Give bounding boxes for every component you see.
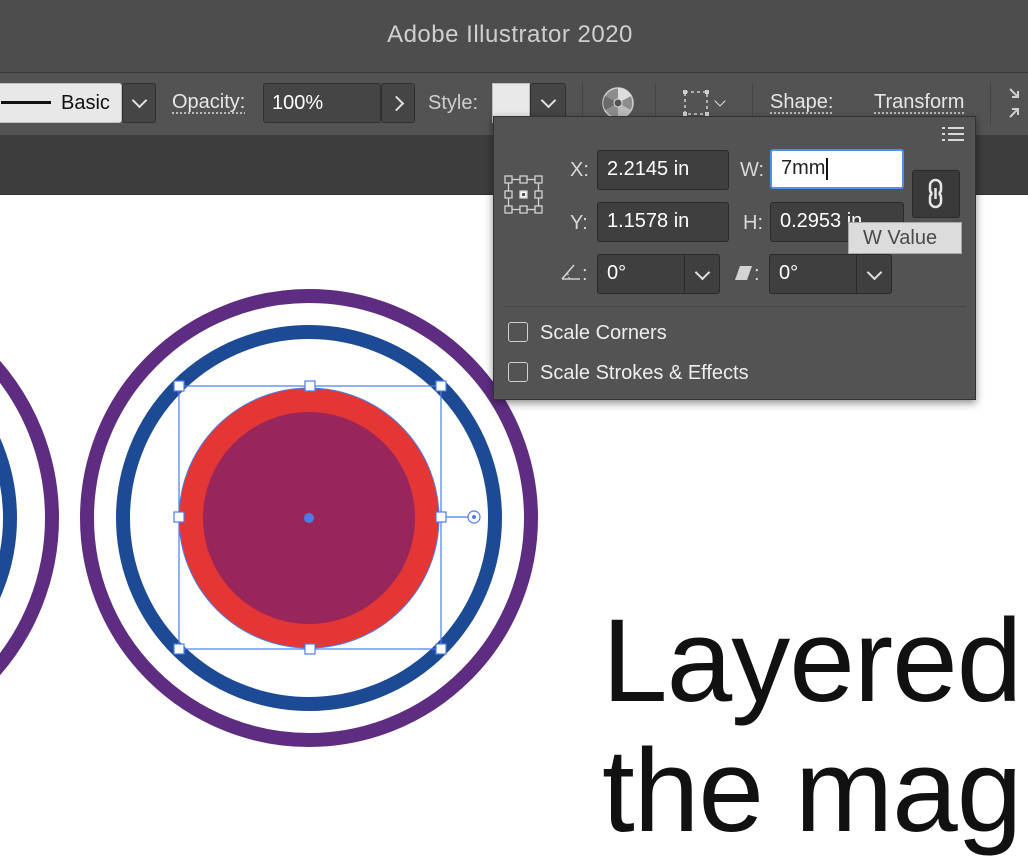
title-bar: Adobe Illustrator 2020 (0, 0, 1028, 73)
stroke-profile-label: Basic (61, 92, 110, 114)
shear-input[interactable]: 0° (769, 254, 857, 294)
canvas-headline[interactable]: Layered the mag (602, 595, 1022, 857)
opacity-input[interactable]: 100% (263, 83, 381, 123)
left-circle-group[interactable] (0, 286, 59, 750)
shape-label[interactable]: Shape: (770, 91, 833, 114)
chevron-down-icon (540, 92, 557, 109)
w-value-tooltip: W Value (848, 222, 962, 254)
scale-strokes-label[interactable]: Scale Strokes & Effects (540, 362, 749, 385)
reference-point-icon[interactable] (504, 175, 544, 215)
w-label: W: (740, 159, 765, 181)
center-point (304, 513, 314, 523)
align-to-selection-icon[interactable] (681, 88, 713, 118)
rotate-colon: : (582, 263, 588, 285)
rotate-dropdown-button[interactable] (684, 254, 720, 294)
chevron-down-icon[interactable] (714, 95, 726, 107)
transform-link[interactable]: Transform (874, 91, 964, 114)
divider (990, 83, 991, 125)
stroke-line-icon (1, 101, 51, 104)
window-title: Adobe Illustrator 2020 (387, 21, 633, 48)
w-input[interactable]: 7mm (770, 149, 904, 189)
chevron-down-icon (866, 264, 883, 281)
y-input[interactable]: 1.1578 in (597, 202, 729, 242)
scale-corners-label[interactable]: Scale Corners (540, 322, 667, 345)
link-icon (928, 178, 943, 209)
headline-line-1: Layered (602, 595, 1022, 727)
y-label: Y: (570, 212, 588, 234)
recolor-artwork-icon[interactable] (601, 86, 635, 120)
panel-divider (504, 306, 966, 307)
scale-corners-checkbox[interactable] (508, 322, 528, 342)
rotate-input[interactable]: 0° (597, 254, 685, 294)
chevron-down-icon (131, 92, 148, 109)
shear-icon (734, 265, 754, 281)
stroke-profile-dropdown-button[interactable] (122, 83, 156, 123)
panel-menu-icon[interactable] (942, 125, 966, 143)
opacity-value: 100% (272, 92, 324, 114)
opacity-expand-button[interactable] (381, 83, 415, 123)
stroke-profile-select[interactable]: Basic (0, 83, 122, 123)
opacity-label[interactable]: Opacity: (172, 91, 245, 114)
isolate-icon[interactable] (1008, 87, 1028, 119)
chevron-down-icon (694, 264, 711, 281)
constrain-proportions-button[interactable] (912, 170, 960, 218)
chevron-right-icon (388, 95, 405, 112)
style-label: Style: (428, 92, 479, 114)
text-cursor (826, 157, 829, 180)
scale-strokes-checkbox[interactable] (508, 362, 528, 382)
shear-dropdown-button[interactable] (856, 254, 892, 294)
headline-line-2: the mag (602, 725, 1022, 857)
shear-colon: : (754, 263, 760, 285)
h-label: H: (743, 212, 763, 234)
x-input[interactable]: 2.2145 in (597, 150, 729, 190)
x-label: X: (570, 159, 589, 181)
w-input-value: 7mm (781, 157, 826, 179)
transform-panel: X: 2.2145 in W: 7mm Y: 1.1578 in H: 0.29… (493, 116, 976, 400)
